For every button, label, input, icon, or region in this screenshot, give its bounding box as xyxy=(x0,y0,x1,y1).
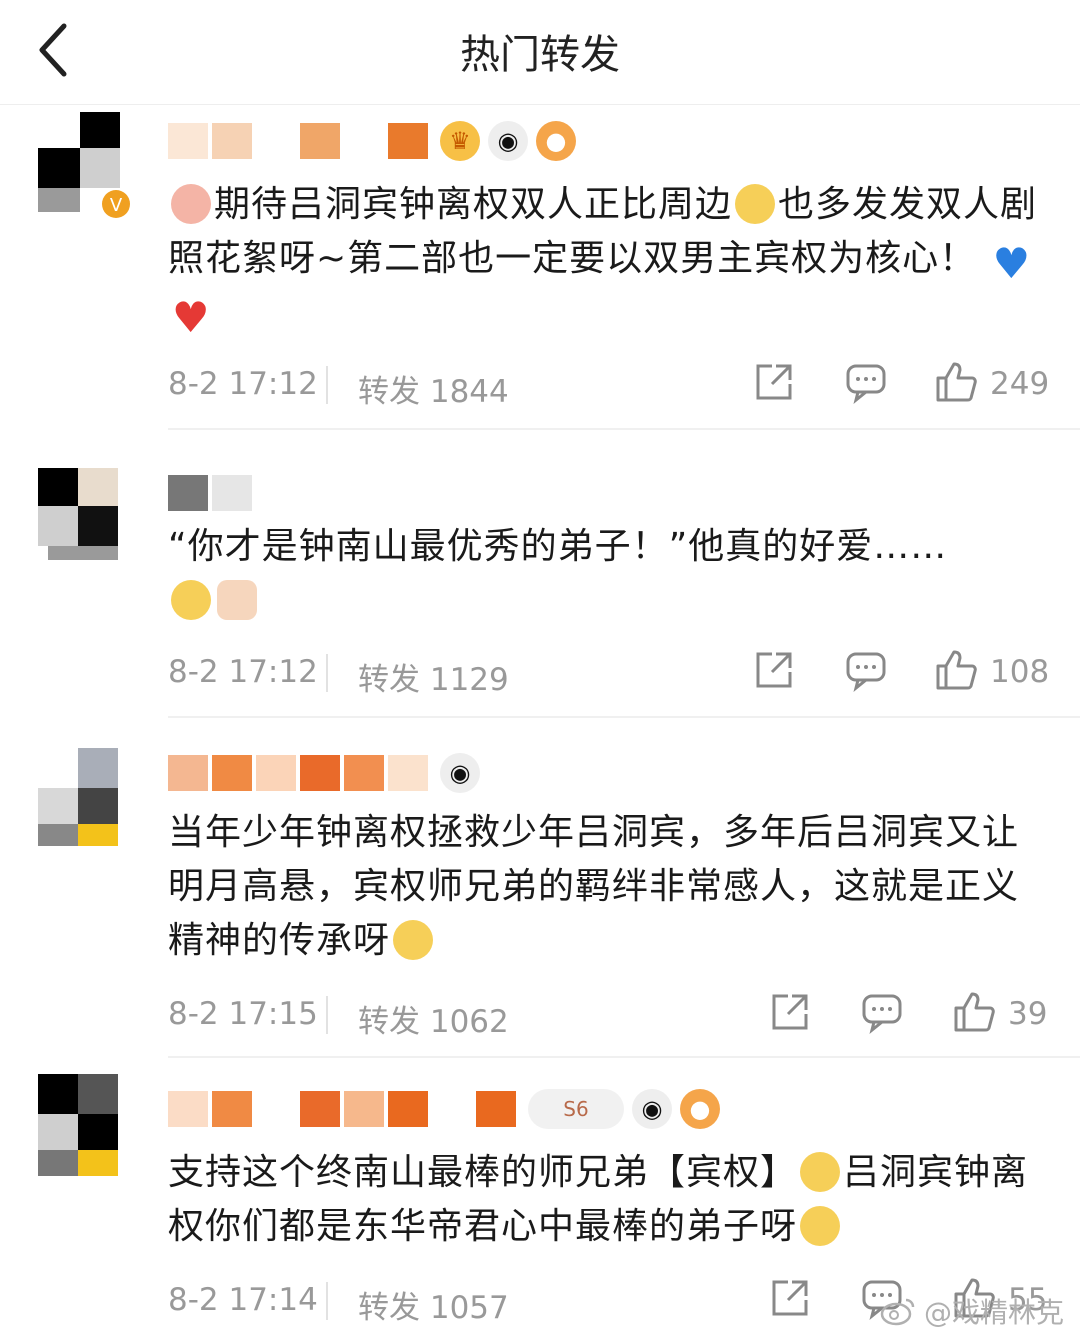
panda-badge-icon: ◉ xyxy=(440,753,480,793)
forward-count[interactable]: 转发 1062 xyxy=(358,996,509,1041)
repost-text: 当年少年钟离权拯救少年吕洞宾，多年后吕洞宾又让明月高悬，宾权师兄弟的羁绊非常感人… xyxy=(168,812,1020,961)
pleading-face-emoji-icon xyxy=(171,580,211,620)
avatar[interactable] xyxy=(38,454,130,562)
share-icon[interactable] xyxy=(768,1276,812,1320)
weibo-logo-icon xyxy=(880,1298,915,1326)
avatar[interactable]: V xyxy=(38,112,130,220)
pleading-hands-emoji-icon xyxy=(735,184,776,224)
crying-face-emoji-icon xyxy=(393,920,434,960)
timestamp: 8-2 17:12 xyxy=(168,366,318,402)
crown-badge-icon: ♛ xyxy=(440,121,480,161)
like-thumb-icon[interactable] xyxy=(952,990,996,1034)
pink-face-emoji-icon xyxy=(171,184,211,224)
username[interactable]: S6 ◉ ● xyxy=(168,1086,720,1132)
username[interactable] xyxy=(168,470,256,516)
divider xyxy=(168,716,1080,718)
repost-text: 支持这个终南山最棒的师兄弟【宾权】 吕洞宾钟离权你们都是东华帝君心中最棒的弟子呀 xyxy=(168,1152,1029,1247)
fish-badge-icon: ● xyxy=(680,1089,720,1129)
repost-meta: 8-2 17:15 转发 1062 39 xyxy=(168,990,1048,1040)
share-icon[interactable] xyxy=(752,360,796,404)
divider xyxy=(168,428,1080,430)
fish-badge-icon: ● xyxy=(536,121,576,161)
meta-divider xyxy=(326,654,328,692)
comment-icon[interactable] xyxy=(844,648,888,692)
teary-smile-emoji-icon xyxy=(800,1206,841,1246)
share-icon[interactable] xyxy=(752,648,796,692)
repost-text: “你才是钟南山最优秀的弟子！”他真的好爱…… xyxy=(168,520,1048,628)
page-title: 热门转发 xyxy=(460,32,620,78)
forward-count[interactable]: 转发 1057 xyxy=(358,1282,509,1327)
avatar[interactable] xyxy=(38,1074,130,1182)
comment-icon[interactable] xyxy=(860,990,904,1034)
repost-meta: 8-2 17:12 转发 1844 249 xyxy=(168,360,1050,411)
like-count: 249 xyxy=(990,366,1050,402)
timestamp: 8-2 17:12 xyxy=(168,654,318,690)
username[interactable]: ◉ xyxy=(168,750,480,796)
level-badge-icon: S6 xyxy=(528,1089,624,1129)
forward-count[interactable]: 转发 1129 xyxy=(358,654,509,699)
divider xyxy=(168,1056,1080,1058)
like-count: 39 xyxy=(1008,996,1048,1032)
watermark: @戏精林克 xyxy=(880,1291,1064,1331)
like-thumb-icon[interactable] xyxy=(934,360,978,404)
meta-divider xyxy=(326,1282,328,1320)
finger-heart-emoji-icon xyxy=(217,580,257,620)
repost-meta: 8-2 17:12 转发 1129 108 xyxy=(168,648,1050,699)
meta-divider xyxy=(326,366,328,404)
comment-icon[interactable] xyxy=(844,360,888,404)
red-heart-icon: ♥ xyxy=(172,293,211,342)
svg-text:V: V xyxy=(110,195,123,216)
angel-face-emoji-icon xyxy=(800,1152,841,1192)
username[interactable]: ♛ ◉ ● xyxy=(168,118,576,164)
panda-badge-icon: ◉ xyxy=(632,1089,672,1129)
panda-badge-icon: ◉ xyxy=(488,121,528,161)
top-bar: 热门转发 xyxy=(0,0,1080,105)
like-thumb-icon[interactable] xyxy=(934,648,978,692)
meta-divider xyxy=(326,996,328,1034)
repost-text: 期待吕洞宾钟离权双人正比周边 也多发发双人剧照花絮呀~第二部也一定要以双男主宾权为… xyxy=(168,184,1038,342)
forward-count[interactable]: 转发 1844 xyxy=(358,366,509,411)
timestamp: 8-2 17:14 xyxy=(168,1282,318,1318)
avatar[interactable] xyxy=(38,748,130,856)
timestamp: 8-2 17:15 xyxy=(168,996,318,1032)
blue-heart-icon: ♥ xyxy=(992,239,1032,288)
watermark-text: @戏精林克 xyxy=(923,1296,1064,1329)
share-icon[interactable] xyxy=(768,990,812,1034)
like-count: 108 xyxy=(990,654,1050,690)
